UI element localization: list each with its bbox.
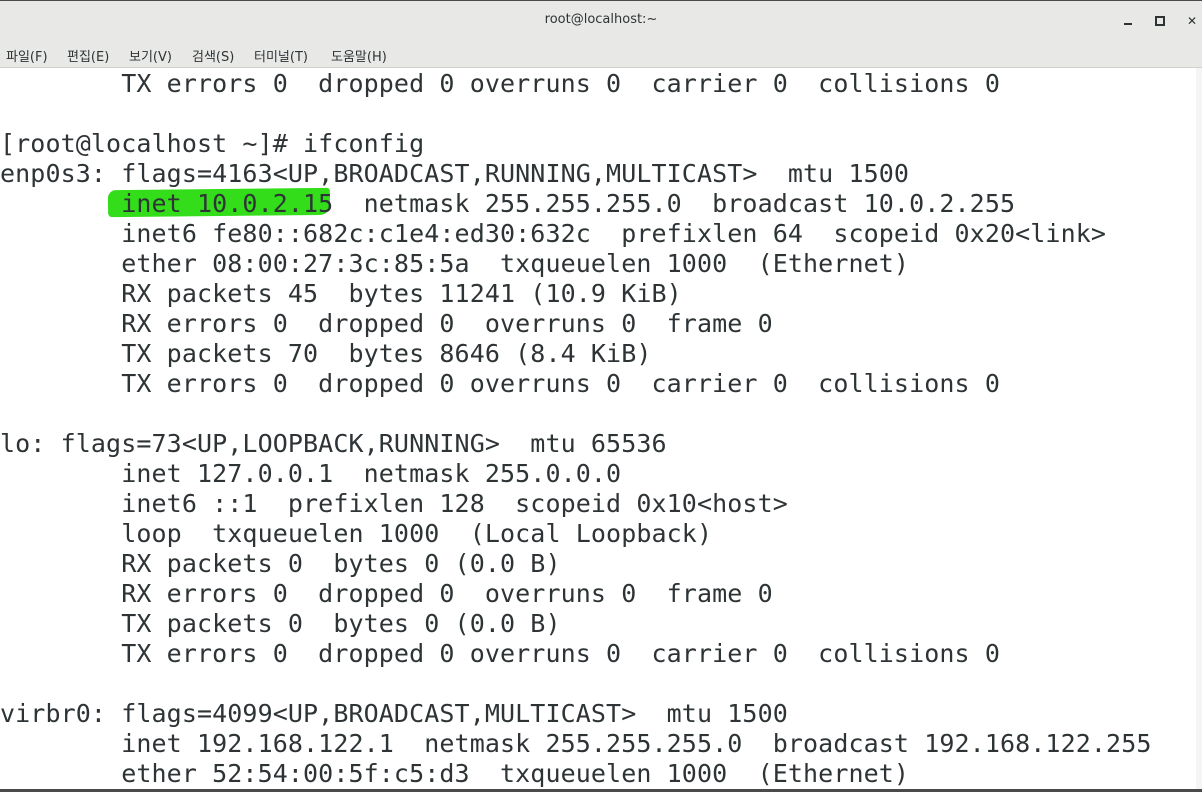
close-icon: ✕: [1186, 14, 1198, 28]
terminal-line: RX packets 45 bytes 11241 (10.9 KiB): [0, 279, 682, 308]
terminal-line: TX packets 0 bytes 0 (0.0 B): [0, 609, 561, 638]
title-bar[interactable]: root@localhost:~ ✕: [0, 0, 1202, 40]
terminal-line: RX errors 0 dropped 0 overruns 0 frame 0: [0, 309, 773, 338]
terminal-line: loop txqueuelen 1000 (Local Loopback): [0, 519, 713, 548]
terminal-line: inet 10.0.2.15 netmask 255.255.255.0 bro…: [0, 189, 1016, 218]
maximize-icon: [1155, 16, 1165, 26]
menu-file[interactable]: 파일(F): [6, 46, 48, 65]
terminal-line: inet6 fe80::682c:c1e4:ed30:632c prefixle…: [0, 219, 1107, 248]
menu-bar: 파일(F) 편집(E) 보기(V) 검색(S) 터미널(T) 도움말(H): [0, 40, 1202, 68]
scrollbar[interactable]: [1196, 68, 1202, 792]
terminal-line: RX packets 0 bytes 0 (0.0 B): [0, 549, 561, 578]
menu-edit[interactable]: 편집(E): [67, 46, 109, 65]
terminal-line: virbr0: flags=4099<UP,BROADCAST,MULTICAS…: [0, 699, 788, 728]
terminal-line: TX errors 0 dropped 0 overruns 0 carrier…: [0, 69, 1000, 98]
terminal-window: root@localhost:~ ✕ 파일(F) 편집(E) 보기(V) 검색(…: [0, 0, 1202, 792]
terminal-line: TX errors 0 dropped 0 overruns 0 carrier…: [0, 639, 1000, 668]
terminal-line: TX packets 70 bytes 8646 (8.4 KiB): [0, 339, 652, 368]
menu-help[interactable]: 도움말(H): [331, 46, 387, 65]
terminal-line: RX errors 0 dropped 0 overruns 0 frame 0: [0, 579, 773, 608]
terminal-line: ether 52:54:00:5f:c5:d3 txqueuelen 1000 …: [0, 759, 910, 788]
menu-terminal[interactable]: 터미널(T): [254, 46, 308, 65]
maximize-button[interactable]: [1148, 9, 1172, 33]
menu-search[interactable]: 검색(S): [192, 46, 234, 65]
close-button[interactable]: ✕: [1180, 9, 1202, 33]
terminal-line: lo: flags=73<UP,LOOPBACK,RUNNING> mtu 65…: [0, 429, 667, 458]
menu-view[interactable]: 보기(V): [129, 46, 172, 65]
terminal-line: inet 127.0.0.1 netmask 255.0.0.0: [0, 459, 622, 488]
terminal-line: inet6 ::1 prefixlen 128 scopeid 0x10<hos…: [0, 489, 788, 518]
terminal-line: inet 192.168.122.1 netmask 255.255.255.0…: [0, 729, 1152, 758]
minimize-icon: [1124, 23, 1132, 25]
terminal-line: enp0s3: flags=4163<UP,BROADCAST,RUNNING,…: [0, 159, 910, 188]
terminal-line: [root@localhost ~]# ifconfig: [0, 129, 425, 158]
terminal-output[interactable]: TX errors 0 dropped 0 overruns 0 carrier…: [0, 68, 1202, 792]
terminal-line: TX errors 0 dropped 0 overruns 0 carrier…: [0, 369, 1000, 398]
window-title: root@localhost:~: [544, 12, 658, 27]
terminal-line: ether 08:00:27:3c:85:5a txqueuelen 1000 …: [0, 249, 910, 278]
minimize-button[interactable]: [1116, 9, 1140, 33]
